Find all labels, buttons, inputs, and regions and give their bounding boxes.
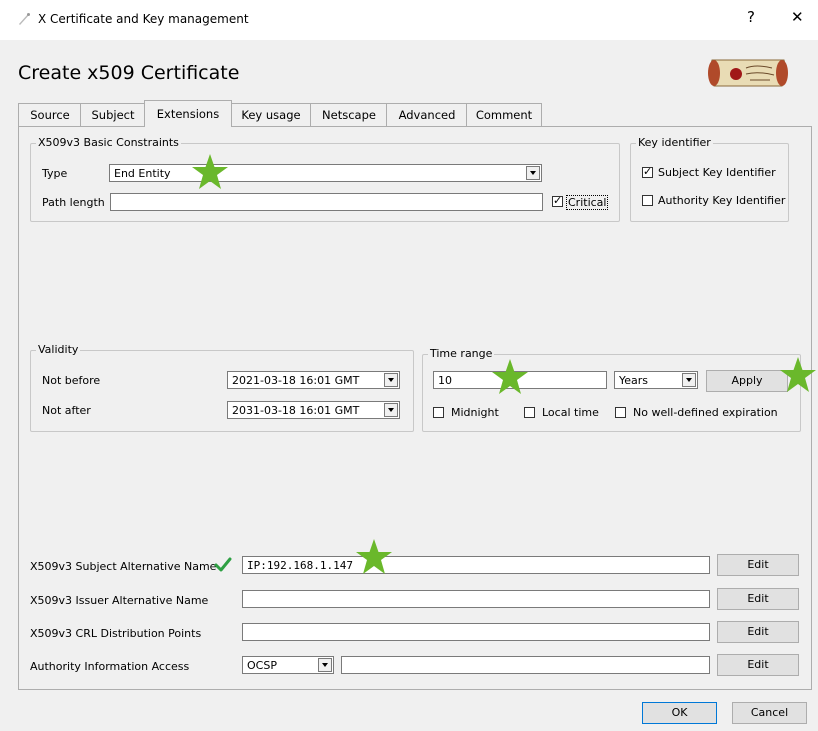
type-select[interactable]: End Entity bbox=[109, 164, 542, 182]
authority-key-identifier-label[interactable]: Authority Key Identifier bbox=[658, 194, 785, 207]
midnight-label[interactable]: Midnight bbox=[451, 406, 499, 419]
time-range-legend: Time range bbox=[428, 347, 495, 360]
chevron-down-icon[interactable] bbox=[526, 166, 540, 180]
tab-subject[interactable]: Subject bbox=[80, 103, 146, 126]
chevron-down-icon[interactable] bbox=[384, 373, 398, 387]
tab-netscape[interactable]: Netscape bbox=[310, 103, 388, 126]
ian-edit-button[interactable]: Edit bbox=[717, 588, 799, 610]
tab-comment[interactable]: Comment bbox=[466, 103, 542, 126]
crl-label: X509v3 CRL Distribution Points bbox=[30, 627, 202, 640]
no-expiration-checkbox[interactable] bbox=[615, 407, 626, 418]
scroll-logo bbox=[706, 52, 790, 92]
ok-button[interactable]: OK bbox=[642, 702, 717, 724]
cancel-button[interactable]: Cancel bbox=[732, 702, 807, 724]
aia-edit-button[interactable]: Edit bbox=[717, 654, 799, 676]
not-before-value: 2021-03-18 16:01 GMT bbox=[232, 374, 360, 387]
star-icon bbox=[490, 357, 530, 397]
san-label: X509v3 Subject Alternative Name bbox=[30, 560, 217, 573]
star-icon bbox=[354, 537, 394, 577]
not-after-label: Not after bbox=[42, 404, 91, 417]
san-edit-button[interactable]: Edit bbox=[717, 554, 799, 576]
tab-key-usage[interactable]: Key usage bbox=[230, 103, 312, 126]
chevron-down-icon[interactable] bbox=[682, 373, 696, 387]
critical-checkbox[interactable] bbox=[552, 194, 563, 207]
basic-constraints-legend: X509v3 Basic Constraints bbox=[36, 136, 181, 149]
path-length-label: Path length bbox=[42, 196, 105, 209]
page-title: Create x509 Certificate bbox=[18, 62, 240, 84]
aia-select[interactable]: OCSP bbox=[242, 656, 334, 674]
aia-input[interactable] bbox=[341, 656, 710, 674]
tab-extensions[interactable]: Extensions bbox=[144, 100, 232, 127]
no-expiration-label[interactable]: No well-defined expiration bbox=[633, 406, 778, 419]
close-button[interactable]: ✕ bbox=[791, 8, 804, 26]
midnight-checkbox[interactable] bbox=[433, 407, 444, 418]
tab-advanced[interactable]: Advanced bbox=[386, 103, 468, 126]
authority-key-identifier-checkbox[interactable] bbox=[642, 195, 653, 206]
app-icon bbox=[16, 11, 32, 27]
key-identifier-legend: Key identifier bbox=[636, 136, 713, 149]
key-identifier-group bbox=[630, 143, 789, 222]
aia-select-value: OCSP bbox=[247, 659, 277, 672]
tab-source[interactable]: Source bbox=[18, 103, 82, 126]
time-range-unit-value: Years bbox=[619, 374, 649, 387]
crl-edit-button[interactable]: Edit bbox=[717, 621, 799, 643]
critical-label[interactable]: Critical bbox=[566, 195, 609, 210]
help-button[interactable]: ? bbox=[747, 8, 755, 26]
not-after-value: 2031-03-18 16:01 GMT bbox=[232, 404, 360, 417]
chevron-down-icon[interactable] bbox=[384, 403, 398, 417]
ian-input[interactable] bbox=[242, 590, 710, 608]
validity-group bbox=[30, 350, 414, 432]
time-range-unit-select[interactable]: Years bbox=[614, 371, 698, 389]
path-length-input[interactable] bbox=[110, 193, 543, 211]
time-range-group bbox=[422, 354, 801, 432]
type-select-value: End Entity bbox=[114, 167, 171, 180]
crl-input[interactable] bbox=[242, 623, 710, 641]
not-after-select[interactable]: 2031-03-18 16:01 GMT bbox=[227, 401, 400, 419]
check-icon bbox=[213, 555, 233, 575]
validity-legend: Validity bbox=[36, 343, 81, 356]
san-input[interactable]: IP:192.168.1.147 bbox=[242, 556, 710, 574]
local-time-label[interactable]: Local time bbox=[542, 406, 599, 419]
subject-key-identifier-checkbox[interactable] bbox=[642, 165, 653, 178]
ian-label: X509v3 Issuer Alternative Name bbox=[30, 594, 209, 607]
chevron-down-icon[interactable] bbox=[318, 658, 332, 672]
subject-key-identifier-label[interactable]: Subject Key Identifier bbox=[658, 166, 776, 179]
not-before-select[interactable]: 2021-03-18 16:01 GMT bbox=[227, 371, 400, 389]
apply-button[interactable]: Apply bbox=[706, 370, 788, 392]
aia-label: Authority Information Access bbox=[30, 660, 190, 673]
star-icon bbox=[778, 355, 818, 395]
type-label: Type bbox=[42, 167, 68, 180]
local-time-checkbox[interactable] bbox=[524, 407, 535, 418]
not-before-label: Not before bbox=[42, 374, 101, 387]
window-title: X Certificate and Key management bbox=[38, 12, 249, 26]
star-icon bbox=[190, 152, 230, 192]
